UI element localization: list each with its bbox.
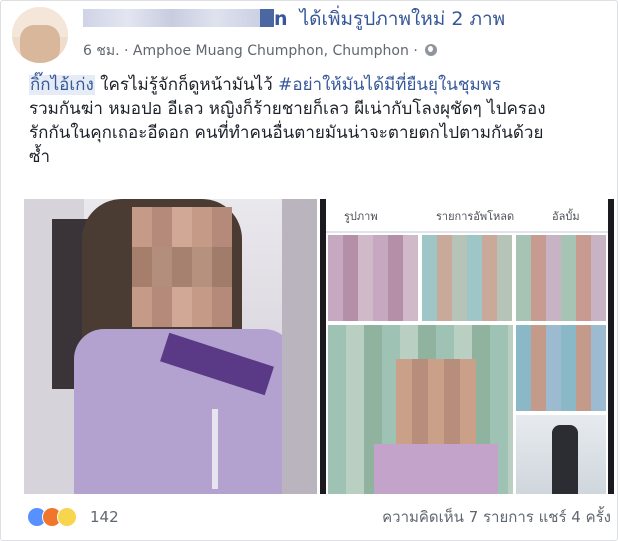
globe-icon[interactable] — [425, 44, 438, 56]
blurred-face-overlay — [132, 247, 232, 287]
post-photo-2[interactable]: รูปภาพ รายการอัพโหลด อัลบั้ม — [320, 199, 614, 494]
post-action[interactable]: ได้เพิ่มรูปภาพใหม่ 2 ภาพ — [300, 8, 506, 30]
post-text-line-2: รวมกันฆ่า หมอปอ อีเลว หญิงก็ร้ายชายก็เลว… — [29, 99, 546, 119]
meta-separator: · — [124, 43, 129, 59]
blurred-author-name[interactable] — [83, 8, 260, 27]
post-text-segment: ใครไม่รู้จักก็ดูหน้ามันไว้ — [94, 75, 279, 95]
screenshot-tab-photos: รูปภาพ — [344, 210, 378, 223]
thumbnail-3 — [516, 235, 606, 321]
post-header: n ได้เพิ่มรูปภาพใหม่ 2 ภาพ — [83, 5, 505, 33]
thumbnail-4-body — [374, 444, 498, 494]
photo-right-edge — [282, 199, 317, 494]
tagged-person-link[interactable]: กิ๊กไอ้เก่ง — [29, 75, 95, 95]
reaction-count[interactable]: 142 — [90, 506, 119, 528]
post-text-line-1: กิ๊กไอ้เก่ง ใครไม่รู้จักก็ดูหน้ามันไว้ #… — [29, 73, 609, 97]
meta-separator-2: · — [413, 43, 418, 59]
blurred-author-name-tail[interactable] — [260, 8, 274, 27]
photo-lanyard — [212, 409, 218, 489]
screenshot-tabs: รูปภาพ รายการอัพโหลด อัลบั้ม — [326, 199, 608, 233]
thumbnail-6-person — [552, 425, 578, 494]
sad-icon — [57, 507, 77, 527]
hashtag-link[interactable]: #อย่าให้มันได้มีที่ยืนยุในชุมพร — [278, 75, 501, 95]
post-photo-1[interactable] — [24, 199, 317, 494]
thumbnail-4-face — [396, 359, 476, 449]
comments-shares-count[interactable]: ความคิดเห็น 7 รายการ แชร์ 4 ครั้ง — [382, 506, 611, 528]
post-text-line-4: ซ้ำ — [29, 147, 51, 167]
thumbnail-5 — [516, 325, 606, 411]
screenshot-tab-uploads: รายการอัพโหลด — [436, 210, 515, 223]
post-card: n ได้เพิ่มรูปภาพใหม่ 2 ภาพ 6 ชม. · Ampho… — [0, 0, 618, 541]
post-text: กิ๊กไอ้เก่ง ใครไม่รู้จักก็ดูหน้ามันไว้ #… — [29, 73, 609, 169]
post-text-line-3: รักกันในคุกเถอะอีดอก คนที่ทำคนอื่นตายมัน… — [29, 123, 544, 143]
author-name-suffix[interactable]: n — [274, 8, 288, 30]
post-time[interactable]: 6 ชม. — [83, 43, 120, 59]
avatar[interactable] — [12, 7, 68, 63]
screenshot-tab-albums: อัลบั้ม — [552, 210, 580, 223]
thumbnail-1 — [328, 235, 418, 321]
thumbnail-2 — [422, 235, 512, 321]
post-meta: 6 ชม. · Amphoe Muang Chumphon, Chumphon … — [83, 41, 438, 61]
profile-screenshot: รูปภาพ รายการอัพโหลด อัลบั้ม — [326, 199, 608, 494]
post-location[interactable]: Amphoe Muang Chumphon, Chumphon — [133, 43, 409, 59]
